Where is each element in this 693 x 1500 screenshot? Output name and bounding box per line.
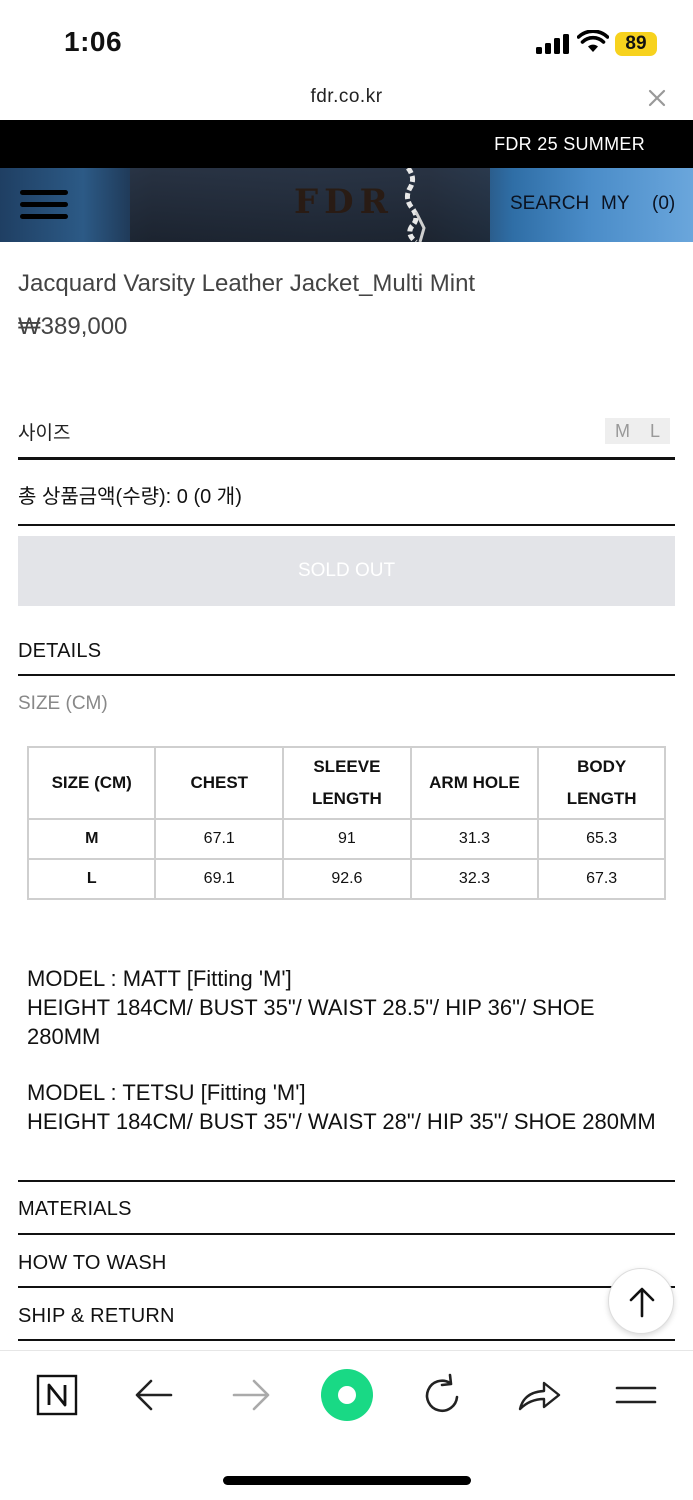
divider <box>18 1339 675 1341</box>
status-bar: 1:06 89 <box>0 0 693 80</box>
share-icon[interactable] <box>514 1370 564 1420</box>
product-price: ₩389,000 <box>18 313 128 340</box>
close-icon[interactable] <box>645 86 669 110</box>
table-header-row: SIZE (CM) CHEST SLEEVE LENGTH ARM HOLE B… <box>26 746 666 820</box>
cellular-signal-icon <box>536 34 569 54</box>
promo-banner[interactable]: FDR 25 SUMMER <box>0 120 693 168</box>
search-link[interactable]: SEARCH <box>510 193 589 215</box>
sold-out-button[interactable]: SOLD OUT <box>18 536 675 606</box>
table-cell: L <box>26 858 157 900</box>
wifi-icon <box>577 30 609 52</box>
divider <box>18 674 675 676</box>
table-cell: 67.1 <box>154 818 285 860</box>
ship-return-heading[interactable]: SHIP & RETURN <box>18 1305 175 1328</box>
model-name: MODEL : MATT [Fitting 'M'] <box>27 966 292 991</box>
table-cell: 67.3 <box>537 858 666 900</box>
arrow-up-icon <box>629 1287 655 1318</box>
table-header: BODY LENGTH <box>537 746 666 820</box>
back-arrow-icon[interactable] <box>129 1370 179 1420</box>
details-heading[interactable]: DETAILS <box>18 640 101 663</box>
table-cell: 92.6 <box>282 858 412 900</box>
table-header: ARM HOLE <box>409 746 540 820</box>
brand-logo[interactable]: FDR <box>294 182 394 222</box>
model-measurements: HEIGHT 184CM/ BUST 35"/ WAIST 28.5"/ HIP… <box>27 995 595 1049</box>
table-header: CHEST <box>154 746 285 820</box>
status-time: 1:06 <box>64 26 123 57</box>
table-cell: 91 <box>282 818 412 860</box>
naver-n-icon[interactable] <box>32 1370 82 1420</box>
size-option-m[interactable]: M <box>605 418 640 444</box>
how-to-wash-heading[interactable]: HOW TO WASH <box>18 1252 167 1275</box>
forward-arrow-icon[interactable] <box>226 1370 276 1420</box>
total-price-label: 총 상품금액(수량): 0 (0 개) <box>18 486 242 508</box>
divider <box>18 457 675 460</box>
table-cell: 31.3 <box>409 818 540 860</box>
home-indicator <box>223 1476 471 1485</box>
hero-chain-image <box>404 168 426 242</box>
scroll-to-top-button[interactable] <box>608 1268 674 1334</box>
menu-icon[interactable] <box>611 1370 661 1420</box>
divider <box>18 1180 675 1182</box>
table-header: SIZE (CM) <box>26 746 157 820</box>
table-cell: M <box>26 818 157 860</box>
reload-icon[interactable] <box>417 1370 467 1420</box>
table-row: M 67.1 91 31.3 65.3 <box>26 818 666 860</box>
model-info: MODEL : TETSU [Fitting 'M'] HEIGHT 184CM… <box>27 1078 657 1136</box>
green-dot-icon[interactable] <box>317 1365 377 1425</box>
model-measurements: HEIGHT 184CM/ BUST 35"/ WAIST 28"/ HIP 3… <box>27 1109 656 1134</box>
my-account-link[interactable]: MY <box>601 193 630 215</box>
table-cell: 32.3 <box>409 858 540 900</box>
table-cell: 69.1 <box>154 858 285 900</box>
size-option-l[interactable]: L <box>640 418 670 444</box>
battery-indicator: 89 <box>615 32 657 56</box>
cart-link[interactable]: (0) <box>652 193 675 215</box>
url-text[interactable]: fdr.co.kr <box>0 86 693 108</box>
browser-url-bar[interactable]: fdr.co.kr <box>0 80 693 120</box>
site-header: FDR SEARCH MY (0) <box>0 168 693 242</box>
model-name: MODEL : TETSU [Fitting 'M'] <box>27 1080 306 1105</box>
divider <box>18 1233 675 1235</box>
size-caption: SIZE (CM) <box>18 693 108 714</box>
size-table: SIZE (CM) CHEST SLEEVE LENGTH ARM HOLE B… <box>26 746 666 900</box>
product-title: Jacquard Varsity Leather Jacket_Multi Mi… <box>18 270 476 297</box>
divider <box>18 1286 675 1288</box>
model-info: MODEL : MATT [Fitting 'M'] HEIGHT 184CM/… <box>27 964 657 1051</box>
table-header: SLEEVE LENGTH <box>282 746 412 820</box>
materials-heading[interactable]: MATERIALS <box>18 1198 132 1221</box>
size-label: 사이즈 <box>18 423 71 444</box>
divider <box>18 524 675 526</box>
size-selector: M L <box>605 418 671 444</box>
table-row: L 69.1 92.6 32.3 67.3 <box>26 858 666 900</box>
hamburger-menu-icon[interactable] <box>20 190 68 220</box>
promo-text[interactable]: FDR 25 SUMMER <box>494 134 645 155</box>
table-cell: 65.3 <box>537 818 666 860</box>
